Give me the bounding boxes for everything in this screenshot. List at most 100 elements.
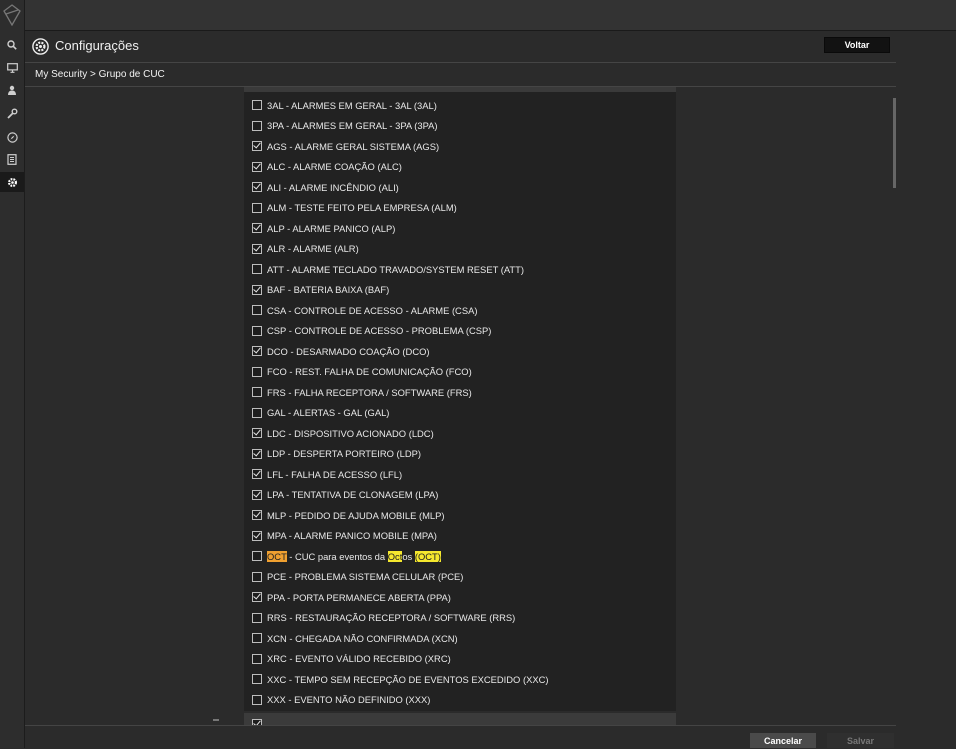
page-title: Configurações [55, 38, 139, 53]
cuc-item-ppa[interactable]: PPA - PORTA PERMANECE ABERTA (PPA) [244, 587, 676, 608]
back-button[interactable]: Voltar [824, 37, 890, 53]
cuc-item-alr[interactable]: ALR - ALARME (ALR) [244, 239, 676, 260]
checkbox[interactable] [252, 305, 262, 316]
checkbox[interactable] [252, 530, 262, 541]
cuc-item-label: ALR - ALARME (ALR) [267, 243, 359, 255]
cuc-item-ags[interactable]: AGS - ALARME GERAL SISTEMA (AGS) [244, 136, 676, 157]
divider [25, 62, 896, 63]
cuc-item-gal[interactable]: GAL - ALERTAS - GAL (GAL) [244, 403, 676, 424]
cuc-item-label: XCN - CHEGADA NÃO CONFIRMADA (XCN) [267, 632, 458, 644]
checkbox[interactable] [252, 694, 262, 705]
monitor-icon[interactable] [0, 58, 24, 78]
checkbox[interactable] [252, 469, 262, 480]
checkbox[interactable] [252, 448, 262, 459]
cuc-item-label: PPA - PORTA PERMANECE ABERTA (PPA) [267, 591, 451, 603]
cuc-item-label: MPA - ALARME PANICO MOBILE (MPA) [267, 530, 437, 542]
search-icon[interactable] [0, 35, 24, 55]
checkbox[interactable] [252, 428, 262, 439]
checkbox[interactable] [252, 653, 262, 664]
cuc-item-xrc[interactable]: XRC - EVENTO VÁLIDO RECEBIDO (XRC) [244, 649, 676, 670]
checkbox[interactable] [252, 366, 262, 377]
cuc-item-label: XXX - EVENTO NÃO DEFINIDO (XXX) [267, 694, 431, 706]
cuc-item-oct[interactable]: OCT - CUC para eventos da Octos (OCT) [244, 546, 676, 567]
cuc-item-label: FRS - FALHA RECEPTORA / SOFTWARE (FRS) [267, 386, 472, 398]
cuc-item-alc[interactable]: ALC - ALARME COAÇÃO (ALC) [244, 157, 676, 178]
cuc-item-mpa[interactable]: MPA - ALARME PANICO MOBILE (MPA) [244, 526, 676, 547]
checkbox[interactable] [252, 141, 262, 152]
checkbox[interactable] [252, 243, 262, 254]
checkbox[interactable] [252, 264, 262, 275]
checkbox[interactable] [252, 592, 262, 603]
cuc-item-lpa[interactable]: LPA - TENTATIVA DE CLONAGEM (LPA) [244, 485, 676, 506]
cuc-item-baf[interactable]: BAF - BATERIA BAIXA (BAF) [244, 280, 676, 301]
cuc-item-label: ATT - ALARME TECLADO TRAVADO/SYSTEM RESE… [267, 263, 524, 275]
cuc-item-ali[interactable]: ALI - ALARME INCÊNDIO (ALI) [244, 177, 676, 198]
checkbox[interactable] [252, 161, 262, 172]
cuc-item-label: XRC - EVENTO VÁLIDO RECEBIDO (XRC) [267, 653, 451, 665]
cuc-item-fco[interactable]: FCO - REST. FALHA DE COMUNICAÇÃO (FCO) [244, 362, 676, 383]
cuc-item-ldp[interactable]: LDP - DESPERTA PORTEIRO (LDP) [244, 444, 676, 465]
cuc-item-label: ALM - TESTE FEITO PELA EMPRESA (ALM) [267, 202, 457, 214]
cuc-item-label: LDC - DISPOSITIVO ACIONADO (LDC) [267, 427, 434, 439]
cuc-item-3pa[interactable]: 3PA - ALARMES EM GERAL - 3PA (3PA) [244, 116, 676, 137]
checkbox[interactable] [252, 612, 262, 623]
breadcrumb: My Security > Grupo de CUC [35, 69, 165, 80]
checkbox[interactable] [252, 387, 262, 398]
cuc-item-csp[interactable]: CSP - CONTROLE DE ACESSO - PROBLEMA (CSP… [244, 321, 676, 342]
checkbox[interactable] [252, 407, 262, 418]
cuc-item-label: ALC - ALARME COAÇÃO (ALC) [267, 161, 402, 173]
cuc-item-mlp[interactable]: MLP - PEDIDO DE AJUDA MOBILE (MLP) [244, 505, 676, 526]
compass-icon[interactable] [0, 127, 24, 147]
cuc-item-att[interactable]: ATT - ALARME TECLADO TRAVADO/SYSTEM RESE… [244, 259, 676, 280]
checkbox[interactable] [252, 551, 262, 562]
cuc-item-frs[interactable]: FRS - FALHA RECEPTORA / SOFTWARE (FRS) [244, 382, 676, 403]
gear-icon[interactable] [0, 172, 24, 192]
cuc-item-xxx[interactable]: XXX - EVENTO NÃO DEFINIDO (XXX) [244, 690, 676, 711]
checkbox[interactable] [252, 223, 262, 234]
checkbox[interactable] [252, 633, 262, 644]
checkbox[interactable] [252, 100, 262, 111]
save-button[interactable]: Salvar [827, 733, 894, 748]
panel-top-edge [244, 87, 676, 92]
scrollbar-thumb[interactable] [893, 98, 896, 188]
cuc-item-label: BAF - BATERIA BAIXA (BAF) [267, 284, 390, 296]
cuc-checkbox-list: 3AL - ALARMES EM GERAL - 3AL (3AL) 3PA - … [244, 95, 676, 710]
settings-gear-icon [32, 38, 49, 58]
checkbox[interactable] [252, 202, 262, 213]
cuc-item-alm[interactable]: ALM - TESTE FEITO PELA EMPRESA (ALM) [244, 198, 676, 219]
cuc-item-label: GAL - ALERTAS - GAL (GAL) [267, 407, 390, 419]
cuc-item-label: OCT - CUC para eventos da Octos (OCT) [267, 550, 441, 562]
checkbox[interactable] [252, 325, 262, 336]
label-segment: - CUC para eventos da [286, 550, 388, 562]
search-highlight: (OCT) [414, 550, 441, 562]
cuc-item-3al[interactable]: 3AL - ALARMES EM GERAL - 3AL (3AL) [244, 95, 676, 116]
cuc-item-label: CSP - CONTROLE DE ACESSO - PROBLEMA (CSP… [267, 325, 492, 337]
search-highlight: OCT [267, 550, 287, 562]
checkbox[interactable] [252, 284, 262, 295]
cuc-item-xcn[interactable]: XCN - CHEGADA NÃO CONFIRMADA (XCN) [244, 628, 676, 649]
cuc-list-panel: 3AL - ALARMES EM GERAL - 3AL (3AL) 3PA - … [244, 87, 676, 711]
checkbox[interactable] [252, 489, 262, 500]
cuc-item-dco[interactable]: DCO - DESARMADO COAÇÃO (DCO) [244, 341, 676, 362]
user-icon[interactable] [0, 80, 24, 100]
cuc-item-alp[interactable]: ALP - ALARME PANICO (ALP) [244, 218, 676, 239]
cuc-item-csa[interactable]: CSA - CONTROLE DE ACESSO - ALARME (CSA) [244, 300, 676, 321]
checkbox[interactable] [252, 571, 262, 582]
checkbox[interactable] [252, 510, 262, 521]
top-bar [25, 0, 956, 31]
wrench-icon[interactable] [0, 103, 24, 123]
cuc-item-label: LDP - DESPERTA PORTEIRO (LDP) [267, 448, 422, 460]
cuc-item-ldc[interactable]: LDC - DISPOSITIVO ACIONADO (LDC) [244, 423, 676, 444]
checkbox[interactable] [252, 120, 262, 131]
cuc-item-lfl[interactable]: LFL - FALHA DE ACESSO (LFL) [244, 464, 676, 485]
checkbox[interactable] [252, 346, 262, 357]
cuc-item-rrs[interactable]: RRS - RESTAURAÇÃO RECEPTORA / SOFTWARE (… [244, 608, 676, 629]
cuc-item-xxc[interactable]: XXC - TEMPO SEM RECEPÇÃO DE EVENTOS EXCE… [244, 669, 676, 690]
document-icon[interactable] [0, 149, 24, 169]
cuc-item-pce[interactable]: PCE - PROBLEMA SISTEMA CELULAR (PCE) [244, 567, 676, 588]
checkbox[interactable] [252, 674, 262, 685]
cuc-item-label: 3PA - ALARMES EM GERAL - 3PA (3PA) [267, 120, 438, 132]
checkbox[interactable] [252, 182, 262, 193]
cuc-item-label: MLP - PEDIDO DE AJUDA MOBILE (MLP) [267, 509, 445, 521]
cancel-button[interactable]: Cancelar [750, 733, 816, 748]
